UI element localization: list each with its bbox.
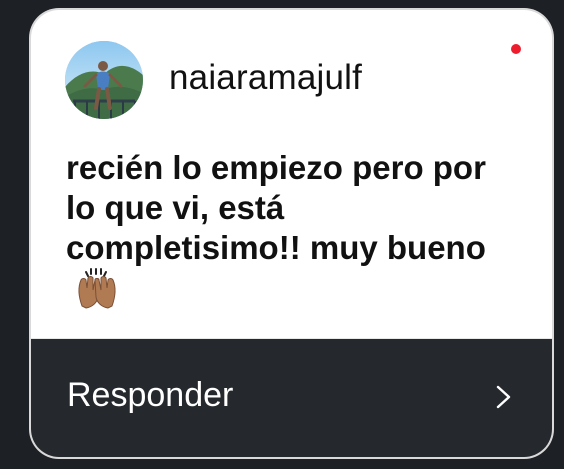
profile-avatar[interactable]	[65, 41, 143, 119]
raising-hands-icon	[74, 268, 120, 319]
message-card: naiaramajulf recién lo empiezo pero por …	[31, 10, 552, 457]
profile-header: naiaramajulf	[31, 10, 552, 130]
reply-bar[interactable]: Responder	[31, 338, 552, 457]
chevron-right-icon[interactable]	[489, 383, 517, 411]
username[interactable]: naiaramajulf	[169, 58, 362, 98]
reply-button-label[interactable]: Responder	[67, 376, 233, 415]
message-text: recién lo empiezo pero por lo que vi, es…	[66, 148, 496, 319]
unread-dot-icon	[511, 44, 521, 54]
message-content: recién lo empiezo pero por lo que vi, es…	[66, 149, 486, 266]
